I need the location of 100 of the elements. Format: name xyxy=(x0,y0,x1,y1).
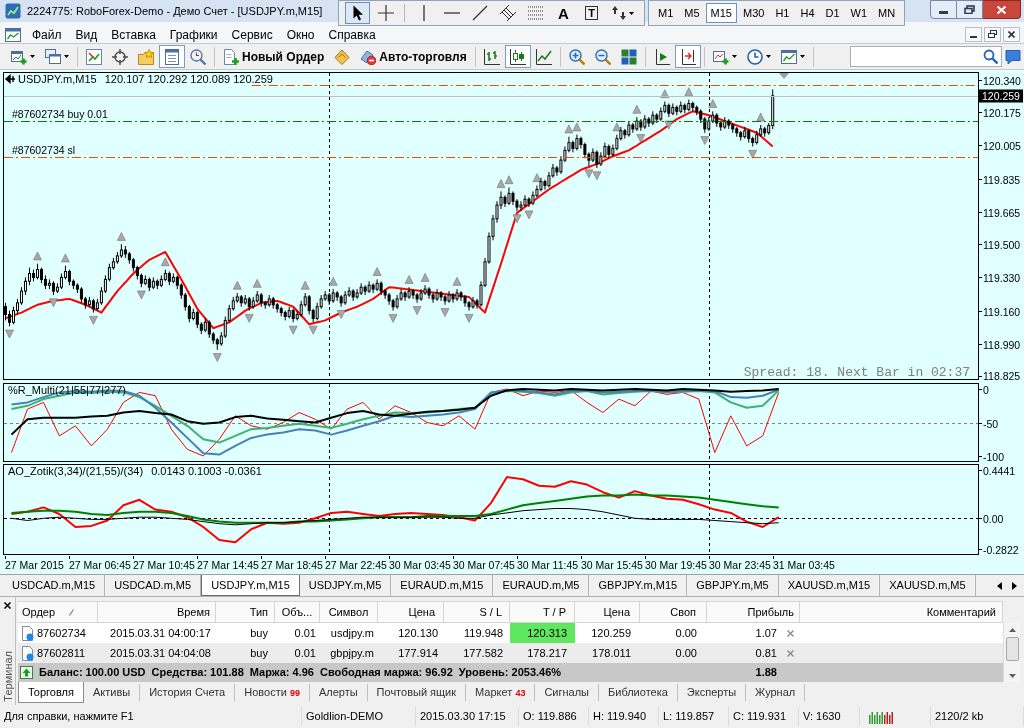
text-tool-button[interactable]: A xyxy=(551,2,576,24)
close-button[interactable] xyxy=(1003,26,1020,42)
timeframe-button[interactable]: W1 xyxy=(845,3,873,23)
menu-item[interactable]: Вид xyxy=(68,22,105,43)
cursor-button[interactable] xyxy=(345,2,370,24)
restore-button[interactable] xyxy=(984,26,1001,42)
price-axis-label: 120.340 xyxy=(983,74,1021,87)
order-line-label: #87602734 sl xyxy=(12,144,76,156)
hatched-channel-icon xyxy=(499,5,516,21)
document-plus-icon xyxy=(223,48,239,65)
terminal-tab[interactable]: Библиотека xyxy=(599,684,678,701)
timeframe-button[interactable]: M15 xyxy=(705,3,737,23)
up-arrow-icon xyxy=(20,666,33,679)
shift-marker-icon xyxy=(779,73,789,79)
summary-text: Баланс: 100.00 USD xyxy=(39,665,146,681)
terminal-tab[interactable]: Маркет 43 xyxy=(466,684,536,701)
column-header[interactable]: S / L xyxy=(444,601,510,623)
menu-item[interactable]: Окно xyxy=(279,22,322,43)
terminal-tab[interactable]: Журнал xyxy=(746,684,806,701)
up-down-arrows-icon xyxy=(611,5,627,21)
timeframe-button[interactable]: D1 xyxy=(820,3,845,23)
time-axis-label: 27 Mar 06:45 xyxy=(69,559,131,571)
indicator-axis-label: -0.2822 xyxy=(983,543,1019,556)
panel-title: Терминал xyxy=(1,651,14,702)
status-text: O: 119.886 xyxy=(523,709,577,725)
candlestick-chart-button[interactable] xyxy=(504,45,531,68)
text-label-button[interactable]: T xyxy=(579,2,604,24)
menu-item[interactable]: Файл xyxy=(25,22,69,43)
terminal-tab[interactable]: Сигналы xyxy=(535,684,600,701)
timeframe-button[interactable]: M30 xyxy=(737,3,770,23)
column-header[interactable]: T / P xyxy=(510,601,575,623)
current-price-label: 120.259 xyxy=(979,89,1023,103)
column-header[interactable]: Цена xyxy=(575,601,640,623)
close-button[interactable] xyxy=(983,0,1021,19)
chart-plus-icon xyxy=(712,48,729,65)
time-axis-label: 30 Mar 11:45 xyxy=(517,559,579,571)
data-window-button[interactable] xyxy=(159,45,185,68)
crosshair-circle-icon xyxy=(112,48,128,65)
menu-item[interactable]: Графики xyxy=(162,22,225,43)
dotted-lines-icon xyxy=(527,6,544,20)
maximize-button[interactable] xyxy=(957,0,983,19)
zoom-out-icon xyxy=(594,48,611,65)
play-axis-icon xyxy=(653,48,670,65)
terminal-tab[interactable]: Алерты xyxy=(309,684,368,701)
chart-shift-button[interactable] xyxy=(674,45,701,68)
column-header[interactable]: Время xyxy=(98,601,216,623)
terminal-tab[interactable]: Активы xyxy=(83,684,141,701)
column-header[interactable]: Своп xyxy=(640,601,707,623)
search-icon xyxy=(983,49,998,64)
caret-icon xyxy=(30,55,35,58)
price-axis-label: 118.990 xyxy=(983,338,1021,351)
timeframe-button[interactable]: M5 xyxy=(679,3,705,23)
terminal-tab[interactable]: Новости 99 xyxy=(235,684,310,701)
terminal-tab[interactable]: Эксперты xyxy=(677,684,747,701)
minimize-icon xyxy=(939,11,948,14)
summary-text: Свободная маржа: 96.92 xyxy=(319,665,453,681)
column-header[interactable]: Прибыль xyxy=(707,601,800,623)
diamond-icon xyxy=(334,48,351,65)
table-cell-text: 87602811 xyxy=(37,645,86,661)
column-header[interactable]: Комментарий xyxy=(800,601,1003,623)
column-header[interactable]: Тип xyxy=(216,601,275,623)
crosshair-icon xyxy=(377,5,394,21)
auto-trading-button[interactable]: Авто-торговля xyxy=(355,45,472,68)
boxed-letter-glyph: T xyxy=(585,6,598,20)
new-order-button[interactable]: Новый Ордер xyxy=(218,45,330,68)
minimize-button[interactable] xyxy=(930,0,957,19)
speech-bubble-icon xyxy=(1005,48,1021,65)
column-header[interactable]: Символ xyxy=(320,601,378,623)
caret-icon xyxy=(799,55,805,58)
column-header[interactable]: Цена xyxy=(378,601,444,623)
close-icon xyxy=(4,602,11,609)
chart-tab[interactable]: USDJPY.m,M15 xyxy=(201,575,300,596)
timeframe-button[interactable]: MN xyxy=(873,3,901,23)
total-profit-text: 1.88 xyxy=(755,665,777,681)
column-header[interactable]: Объ... xyxy=(275,601,320,623)
status-text: L: 119.857 xyxy=(663,709,715,725)
line-graph-icon xyxy=(535,48,552,65)
menu-item[interactable]: Сервис xyxy=(224,22,280,43)
time-axis-label: 27 Mar 22:45 xyxy=(325,559,387,571)
table-cell-text: 119.948 xyxy=(463,625,504,641)
menu-item[interactable]: Вставка xyxy=(104,22,163,43)
scrollbar-thumb[interactable] xyxy=(1005,637,1019,661)
terminal-tab[interactable]: История Счета xyxy=(140,684,236,701)
zoom-in-icon xyxy=(568,48,585,65)
time-axis-label: 27 Mar 2015 xyxy=(5,559,64,571)
restore-icon xyxy=(964,5,975,14)
column-header[interactable]: Ордер xyxy=(18,601,98,623)
price-axis-label: 119.330 xyxy=(983,271,1021,284)
menu-item[interactable]: Справка xyxy=(321,22,383,43)
horizontal-line-icon xyxy=(443,11,460,15)
timeframe-button[interactable]: H4 xyxy=(795,3,820,23)
search-field[interactable] xyxy=(850,46,1002,67)
minimize-button[interactable] xyxy=(965,26,982,42)
app-icon xyxy=(5,3,21,19)
terminal-tab[interactable]: Почтовый ящик xyxy=(367,684,467,701)
terminal-tab[interactable]: Торговля xyxy=(18,682,84,703)
scroll-down-icon xyxy=(1008,674,1016,678)
timeframe-button[interactable]: M1 xyxy=(653,3,679,23)
scroll-up-icon xyxy=(1008,628,1016,632)
timeframe-button[interactable]: H1 xyxy=(770,3,795,23)
